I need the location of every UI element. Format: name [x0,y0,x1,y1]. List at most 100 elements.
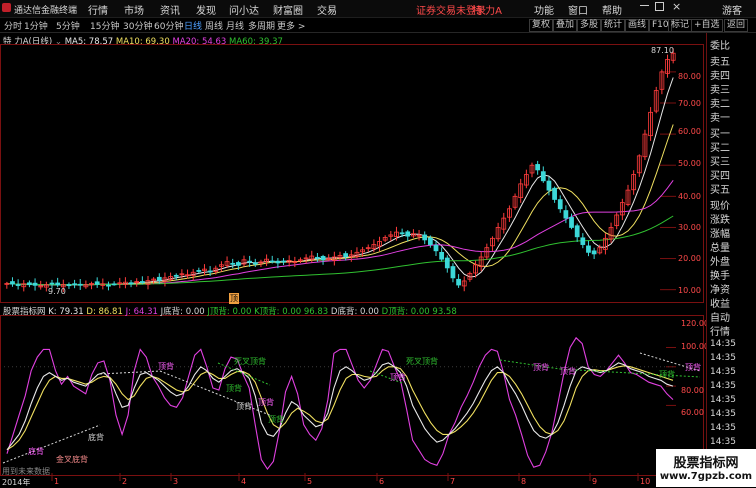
period-weekly[interactable]: 周线 [205,19,223,32]
menu-item-functions[interactable]: 功能 [534,2,554,17]
period-multi[interactable]: 多周期 [248,19,275,32]
side-label: 涨幅 [710,229,730,240]
tick-time: 14:35 [710,423,736,433]
candle-body [580,237,586,245]
divergence-line [159,370,273,417]
menu-item-discover[interactable]: 发现 [196,2,216,17]
tool-add-favorite-button[interactable]: +自选 [691,19,723,32]
price-tick: 30.00 [678,223,701,232]
candle-body [546,180,552,191]
indicator-panel-frame [0,315,704,476]
tool-multi-stock-button[interactable]: 多股 [577,19,602,32]
period-30min[interactable]: 30分钟 [123,19,152,32]
side-label[interactable]: 自动 [710,309,730,324]
d-ding-value: D顶背: 0.00 [381,307,430,317]
indicator-info-line: 股票指标网 K: 79.31 D: 86.81 J: 64.31 J底背: 0.… [3,305,457,317]
side-label: 外盘 [710,257,730,268]
candlesticks [4,48,676,293]
tool-back-button[interactable]: 返回 [724,19,749,32]
close-icon[interactable]: × [672,0,681,13]
menu-item-guest[interactable]: 游客 [722,2,742,17]
maximize-icon[interactable] [655,2,664,11]
price-panel-frame [0,44,704,303]
candle-body [128,282,134,285]
divergence-line [559,368,701,378]
candle-body [343,253,349,258]
candle-body [49,282,55,285]
ding-bei-label: 顶背 [390,373,406,382]
menu-item-wealth[interactable]: 财富圈 [273,2,303,17]
period-more[interactable]: 更多 > [277,19,305,32]
chart-canvas[interactable] [0,33,706,487]
tool-stats-button[interactable]: 统计 [601,19,626,32]
candle-body [230,262,236,265]
minimize-icon[interactable] [640,5,649,6]
tool-overlay-button[interactable]: 叠加 [553,19,578,32]
side-label: 买四 [710,171,730,182]
candle-body [439,251,445,260]
tick-time: 14:35 [710,395,736,405]
period-monthly[interactable]: 月线 [226,19,244,32]
date-tick: 2014年 [2,478,31,487]
menu-item-window[interactable]: 窗口 [568,2,588,17]
side-label: 卖二 [710,99,730,110]
j-value: J: 64.31 [125,307,158,317]
date-tick: 4 [241,477,247,486]
date-tick: 9 [592,477,598,486]
candle-body [139,281,145,283]
d-value: D: 86.81 [86,307,123,317]
period-1min[interactable]: 1分钟 [24,19,48,32]
candle-body [196,270,202,272]
tool-draw-button[interactable]: 画线 [625,19,650,32]
period-15min[interactable]: 15分钟 [90,19,119,32]
indicator-tick: 120.00 [681,319,709,328]
candle-body [569,217,574,228]
candle-body [586,245,591,253]
period-daily[interactable]: 日线 [184,19,202,32]
menu-item-ask[interactable]: 问小达 [229,2,259,17]
candle-body [207,270,213,273]
watermark-title: 股票指标网 [673,456,739,471]
tick-time: 14:35 [710,409,736,419]
quote-side-panel: 委比 卖五 卖四 卖三 卖二 卖一 买一 买二 买三 买四 买五 现价 涨跌 涨… [706,33,756,487]
period-5min[interactable]: 5分钟 [56,19,80,32]
menu-item-news[interactable]: 资讯 [160,2,180,17]
tool-mark-button[interactable]: 标记 [668,19,693,32]
candle-body [10,281,15,285]
ding-marker: 顶 [229,293,239,304]
k-value: K: 79.31 [48,307,84,317]
menu-item-quotes[interactable]: 行情 [88,2,108,17]
period-timeshare[interactable]: 分时 [4,19,22,32]
ding-bei-label: 顶背 [659,370,675,379]
indicator-tick: 100.00 [681,342,709,351]
side-label: 卖三 [710,85,730,96]
side-label: 买二 [710,143,730,154]
menu-item-help[interactable]: 帮助 [602,2,622,17]
date-tick: 10 [640,477,651,486]
v1-value: 96.83 [303,307,329,317]
date-tick: 7 [450,477,456,486]
candle-body [399,232,405,235]
ding-bei-label: 顶背 [158,362,174,371]
stock-tag: 特 力A [472,6,503,17]
si-cha-label: 死叉顶背 [234,357,266,366]
j-di-value: J底背: 0.00 [160,307,205,317]
period-60min[interactable]: 60分钟 [154,19,183,32]
menu-item-trade[interactable]: 交易 [317,2,337,17]
menu-item-market[interactable]: 市场 [124,2,144,17]
candle-body [535,164,541,171]
v2-value: 93.58 [432,307,457,317]
tick-time: 14:35 [710,367,736,377]
jin-cha-label: 金叉底背 [56,455,88,464]
candle-body [32,282,38,286]
ding-bei-label: 顶背 [533,363,549,372]
watermark-url: www.7gpzb.com [659,471,753,482]
candle-body [450,266,456,279]
date-tick: 1 [54,477,60,486]
candle-body [540,171,546,182]
month-ticks [51,473,639,481]
date-tick: 3 [173,477,179,486]
tool-adjust-button[interactable]: 复权 [529,19,554,32]
candle-body [275,260,281,264]
price-tick: 50.00 [678,159,701,168]
